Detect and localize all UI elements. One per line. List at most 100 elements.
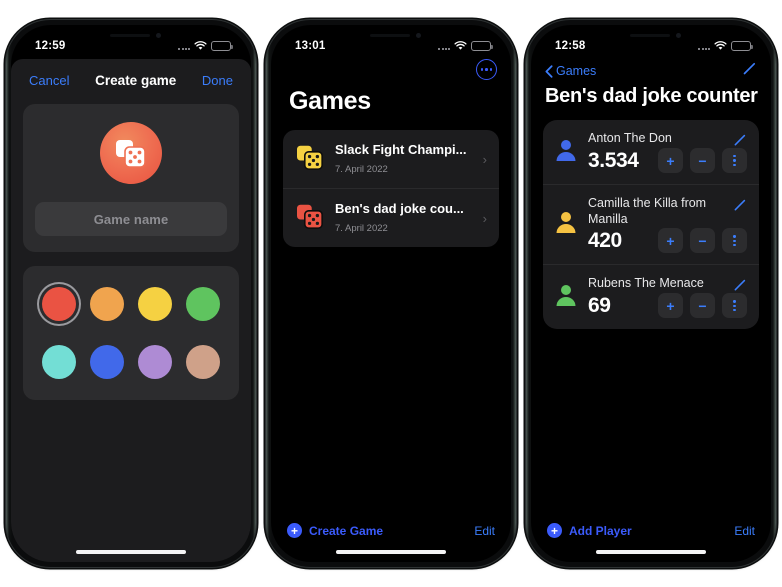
game-name: Ben's dad joke cou...	[335, 201, 464, 216]
dice-icon[interactable]	[100, 122, 162, 184]
list-item[interactable]: Rubens The Menace 69 + −	[543, 264, 759, 329]
player-score-line: 69 + −	[588, 293, 747, 319]
decrement-button[interactable]: −	[690, 148, 715, 173]
wifi-icon	[454, 41, 467, 51]
games-toolbar	[476, 59, 497, 80]
player-score: 3.534	[588, 148, 639, 172]
player-name: Camilla the Killa from Manilla	[588, 196, 707, 226]
sheet-navbar: Cancel Create game Done	[11, 59, 251, 98]
notch	[84, 25, 178, 48]
battery-icon	[731, 41, 753, 51]
cellular-icon	[438, 42, 450, 50]
home-indicator[interactable]	[76, 549, 186, 554]
player-score: 69	[588, 293, 611, 317]
game-name-placeholder: Game name	[93, 211, 169, 227]
plus-icon: +	[287, 523, 302, 538]
phone-create-game: 12:59 Cancel Create game Done Game name	[6, 20, 256, 567]
game-identity-card: Game name	[23, 104, 239, 252]
increment-button[interactable]: +	[658, 293, 683, 319]
cellular-icon	[178, 42, 190, 50]
player-name-line: Anton The Don	[588, 131, 747, 147]
wifi-icon	[194, 41, 207, 51]
screen-games-list: 13:01 Games Slack Fight Champi... 7. Apr…	[271, 25, 511, 562]
create-game-button[interactable]: + Create Game	[287, 523, 383, 538]
color-swatch-7[interactable]	[181, 340, 225, 384]
phone-player-counter: 12:58 Games Ben's dad joke counter Anton…	[526, 20, 776, 567]
edit-player-icon[interactable]	[733, 131, 747, 147]
decrement-button[interactable]: −	[690, 293, 715, 319]
phone-games-list: 13:01 Games Slack Fight Champi... 7. Apr…	[266, 20, 516, 567]
chevron-right-icon: ›	[482, 210, 487, 226]
player-name: Rubens The Menace	[588, 276, 704, 291]
color-swatch-1[interactable]	[85, 282, 129, 326]
increment-button[interactable]: +	[658, 148, 683, 173]
color-swatch-5[interactable]	[85, 340, 129, 384]
back-label: Games	[556, 64, 597, 78]
player-body: Camilla the Killa from Manilla 420 + −	[588, 196, 747, 254]
color-swatch-2[interactable]	[133, 282, 177, 326]
create-game-sheet: Cancel Create game Done Game name	[11, 59, 251, 562]
more-icon[interactable]	[722, 228, 747, 254]
decrement-button[interactable]: −	[690, 228, 715, 254]
color-picker	[23, 266, 239, 400]
game-name-input[interactable]: Game name	[35, 202, 227, 236]
list-item[interactable]: Slack Fight Champi... 7. April 2022 ›	[283, 130, 499, 188]
camera-icon	[676, 33, 681, 38]
page-title: Create game	[95, 73, 177, 88]
speaker-icon	[630, 34, 670, 37]
edit-button[interactable]: Edit	[474, 524, 495, 538]
chevron-left-icon	[545, 64, 553, 78]
player-score-line: 420 + −	[588, 228, 747, 254]
avatar	[553, 209, 579, 240]
color-swatch-4[interactable]	[37, 340, 81, 384]
color-swatch-3[interactable]	[181, 282, 225, 326]
edit-player-icon[interactable]	[733, 276, 747, 292]
player-name: Anton The Don	[588, 131, 672, 145]
battery-icon	[471, 41, 493, 51]
list-item-meta: Ben's dad joke cou... 7. April 2022	[335, 200, 473, 236]
player-score: 420	[588, 228, 622, 252]
edit-title-icon[interactable]	[742, 61, 757, 81]
list-item[interactable]: Camilla the Killa from Manilla 420 + −	[543, 184, 759, 264]
notch	[604, 25, 698, 48]
more-icon[interactable]	[722, 148, 747, 173]
dice-icon	[295, 144, 325, 175]
edit-player-icon[interactable]	[733, 196, 747, 212]
add-player-label: Add Player	[569, 523, 632, 538]
cellular-icon	[698, 42, 710, 50]
phone-mockup-stage: 12:59 Cancel Create game Done Game name …	[0, 0, 782, 587]
list-item[interactable]: Ben's dad joke cou... 7. April 2022 ›	[283, 188, 499, 247]
done-button[interactable]: Done	[202, 73, 233, 88]
edit-button[interactable]: Edit	[734, 524, 755, 538]
plus-icon: +	[547, 523, 562, 538]
screen-create-game: 12:59 Cancel Create game Done Game name	[11, 25, 251, 562]
create-game-label: Create Game	[309, 523, 384, 538]
back-button[interactable]: Games	[545, 64, 596, 78]
speaker-icon	[370, 34, 410, 37]
list-item[interactable]: Anton The Don 3.534 + −	[543, 120, 759, 184]
screen-player-counter: 12:58 Games Ben's dad joke counter Anton…	[531, 25, 771, 562]
player-body: Rubens The Menace 69 + −	[588, 276, 747, 319]
more-icon[interactable]	[722, 293, 747, 319]
player-score-line: 3.534 + −	[588, 148, 747, 173]
list-item-meta: Slack Fight Champi... 7. April 2022	[335, 141, 473, 177]
player-name-line: Rubens The Menace	[588, 276, 747, 292]
status-time: 13:01	[295, 40, 326, 52]
game-name: Slack Fight Champi...	[335, 142, 467, 157]
home-indicator[interactable]	[336, 549, 446, 554]
avatar	[553, 137, 579, 168]
cancel-button[interactable]: Cancel	[29, 73, 69, 88]
status-indicators	[438, 41, 493, 51]
color-swatch-0[interactable]	[37, 282, 81, 326]
increment-button[interactable]: +	[658, 228, 683, 254]
avatar	[553, 282, 579, 313]
status-time: 12:59	[35, 40, 66, 52]
chevron-right-icon: ›	[482, 151, 487, 167]
home-indicator[interactable]	[596, 549, 706, 554]
more-options-icon[interactable]	[476, 59, 497, 80]
players-list: Anton The Don 3.534 + − Camilla the Kill…	[543, 120, 759, 330]
player-body: Anton The Don 3.534 + −	[588, 131, 747, 173]
camera-icon	[416, 33, 421, 38]
add-player-button[interactable]: + Add Player	[547, 523, 632, 538]
color-swatch-6[interactable]	[133, 340, 177, 384]
